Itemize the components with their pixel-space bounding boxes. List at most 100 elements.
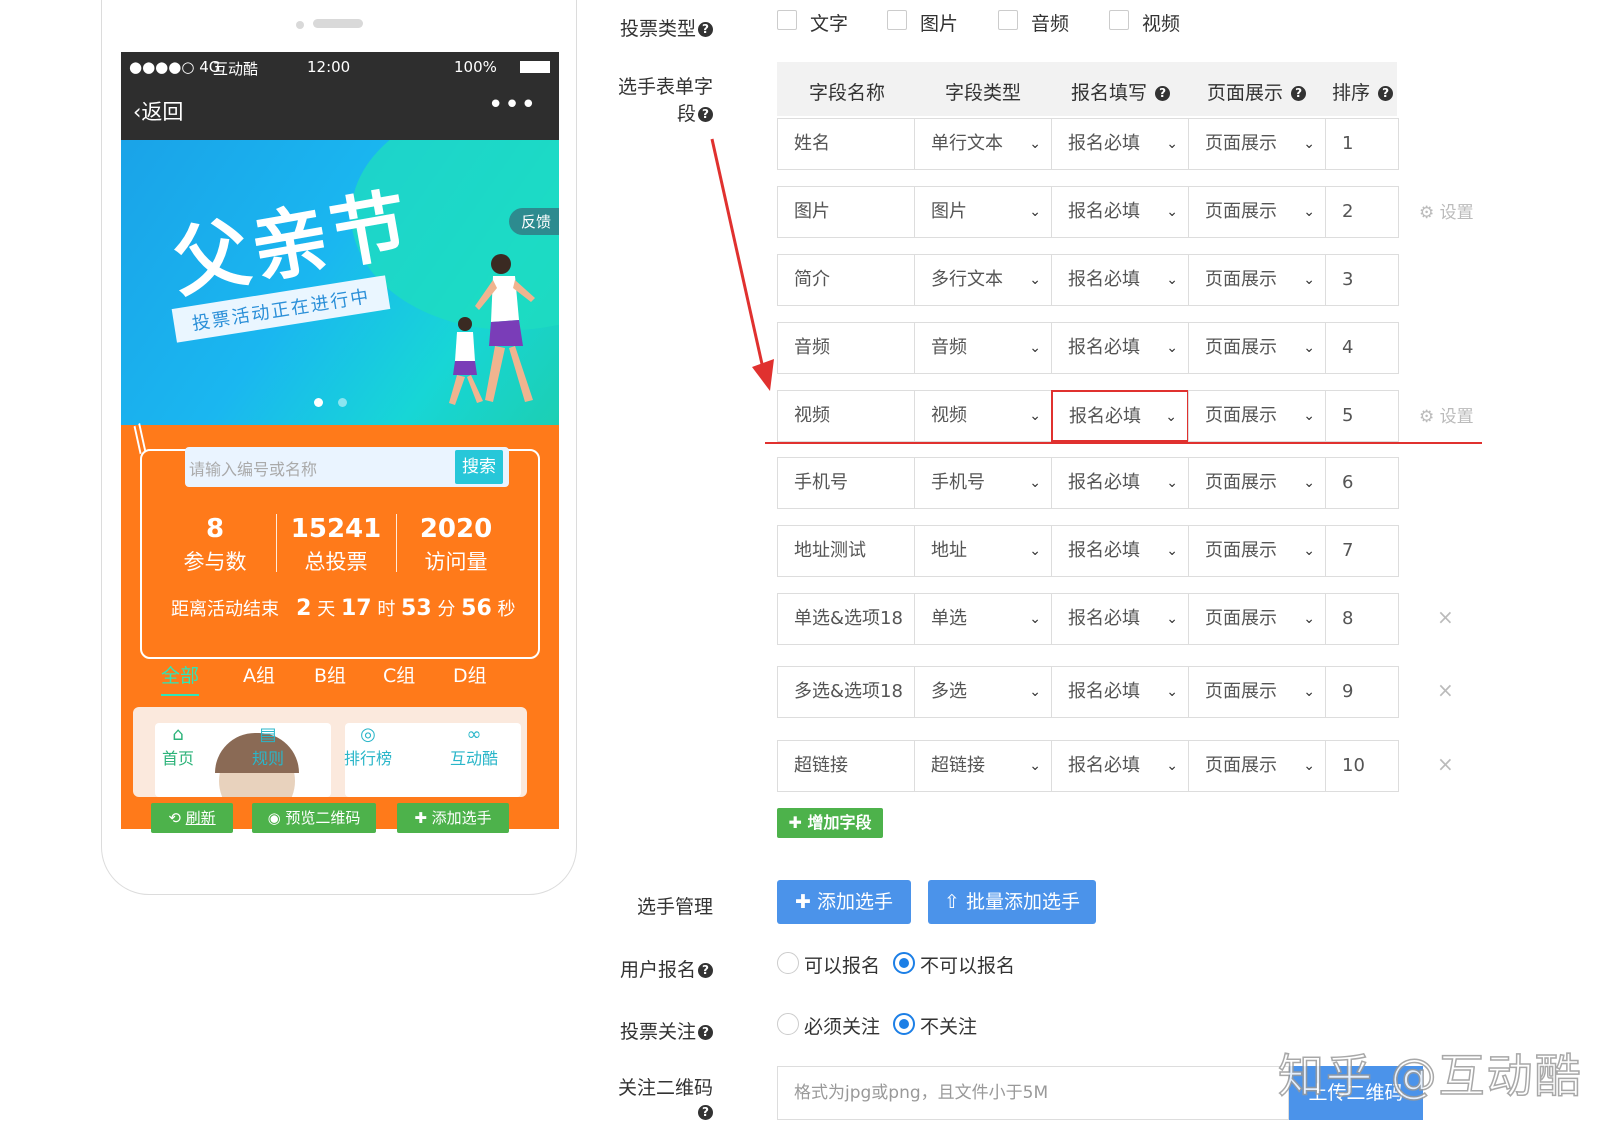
field-fill-select[interactable]: 报名必填 ⌄ [1051,740,1189,792]
field-fill-select[interactable]: 报名必填 ⌄ [1051,322,1189,374]
add-player-button[interactable]: ✚ 添加选手 [777,880,911,924]
field-order-input[interactable]: 5 [1325,390,1399,442]
field-type-select[interactable]: 音频 ⌄ [914,322,1052,374]
field-order-input[interactable]: 6 [1325,457,1399,509]
field-type-select[interactable]: 图片 ⌄ [914,186,1052,238]
pager-dot[interactable] [338,398,347,407]
field-show-select[interactable]: 页面展示 ⌄ [1188,118,1326,170]
refresh-button[interactable]: ⟲ 刷新 [151,803,233,833]
field-show-select[interactable]: 页面展示 ⌄ [1188,593,1326,645]
field-name-cell[interactable]: 地址测试 [777,525,915,577]
checkbox-image[interactable] [887,10,907,30]
field-order-input[interactable]: 7 [1325,525,1399,577]
field-fill-select[interactable]: 报名必填 ⌄ [1051,390,1189,442]
field-type-select[interactable]: 单选 ⌄ [914,593,1052,645]
tab-ranking[interactable]: ◎ 排行榜 [333,725,403,769]
field-name-cell[interactable]: 单选&选项18 [777,593,915,645]
field-order-input[interactable]: 3 [1325,254,1399,306]
more-icon[interactable]: ••• [488,90,537,120]
field-show-select[interactable]: 页面展示 ⌄ [1188,666,1326,718]
field-type-select[interactable]: 地址 ⌄ [914,525,1052,577]
field-type-select[interactable]: 多行文本 ⌄ [914,254,1052,306]
search-button[interactable]: 搜索 [455,450,503,484]
field-name-cell[interactable]: 手机号 [777,457,915,509]
checkbox-video[interactable] [1109,10,1129,30]
help-icon[interactable]: ? [698,1105,713,1120]
field-show-select[interactable]: 页面展示 ⌄ [1188,525,1326,577]
help-icon[interactable]: ? [1155,86,1171,101]
field-show-select[interactable]: 页面展示 ⌄ [1188,740,1326,792]
field-fill-select[interactable]: 报名必填 ⌄ [1051,593,1189,645]
pager-dot-active[interactable] [314,398,323,407]
field-order-input[interactable]: 9 [1325,666,1399,718]
field-name-cell[interactable]: 简介 [777,254,915,306]
help-icon[interactable]: ? [698,1025,713,1040]
group-tab-b[interactable]: B组 [314,661,346,688]
banner-slide[interactable]: 父亲节 投票活动正在进行中 反馈 [121,140,559,425]
add-field-button[interactable]: ✚ 增加字段 [777,808,883,838]
vote-type-label-text: 投票类型 [619,18,696,40]
field-name-cell[interactable]: 视频 [777,390,915,442]
back-button[interactable]: ‹返回 [133,96,183,126]
help-icon[interactable]: ? [1291,86,1307,101]
batch-add-player-button[interactable]: ⇧ 批量添加选手 [928,880,1096,924]
group-tab-d[interactable]: D组 [453,661,487,688]
radio-allow-signup[interactable] [777,952,799,974]
field-show-select[interactable]: 页面展示 ⌄ [1188,186,1326,238]
field-fill-select[interactable]: 报名必填 ⌄ [1051,254,1189,306]
radio-no-follow[interactable] [893,1013,915,1035]
tab-rules[interactable]: ▤ 规则 [233,725,303,769]
field-show-select[interactable]: 页面展示 ⌄ [1188,322,1326,374]
radio-disallow-signup[interactable] [893,952,915,974]
field-name-cell[interactable]: 多选&选项18 [777,666,915,718]
field-show-select[interactable]: 页面展示 ⌄ [1188,390,1326,442]
field-fill-select[interactable]: 报名必填 ⌄ [1051,525,1189,577]
field-name-cell[interactable]: 姓名 [777,118,915,170]
radio-must-follow[interactable] [777,1013,799,1035]
field-order-input[interactable]: 8 [1325,593,1399,645]
field-fill-select[interactable]: 报名必填 ⌄ [1051,186,1189,238]
field-type-select[interactable]: 手机号 ⌄ [914,457,1052,509]
chevron-down-icon: ⌄ [1029,684,1041,700]
help-icon[interactable]: ? [698,107,713,122]
field-type-select[interactable]: 超链接 ⌄ [914,740,1052,792]
field-fill-select[interactable]: 报名必填 ⌄ [1051,457,1189,509]
tab-hudongku[interactable]: ∞ 互动酷 [439,725,509,769]
field-type-select[interactable]: 单行文本 ⌄ [914,118,1052,170]
field-order-input[interactable]: 10 [1325,740,1399,792]
help-icon[interactable]: ? [698,22,713,37]
delete-row-button[interactable]: × [1437,605,1454,629]
gear-icon: ⚙ [1419,407,1440,427]
field-order-input[interactable]: 2 [1325,186,1399,238]
field-order-input[interactable]: 1 [1325,118,1399,170]
preview-qr-button[interactable]: ◉ 预览二维码 [252,803,376,833]
field-name-cell[interactable]: 超链接 [777,740,915,792]
row-settings-button[interactable]: ⚙ 设置 [1419,402,1474,427]
delete-row-button[interactable]: × [1437,678,1454,702]
qr-upload-input[interactable]: 格式为jpg或png，且文件小于5M [777,1066,1289,1120]
field-fill-select[interactable]: 报名必填 ⌄ [1051,118,1189,170]
field-order-input[interactable]: 4 [1325,322,1399,374]
help-icon[interactable]: ? [1378,86,1394,101]
group-tab-all[interactable]: 全部 [161,661,200,696]
field-name-cell[interactable]: 音频 [777,322,915,374]
search-input[interactable]: 请输入编号或名称 [189,456,317,480]
add-player-phone-button[interactable]: ✚ 添加选手 [397,803,509,833]
checkbox-audio[interactable] [998,10,1018,30]
feedback-button[interactable]: 反馈 [508,208,559,235]
help-icon[interactable]: ? [698,963,713,978]
field-name-cell-value: 姓名 [794,133,830,154]
checkbox-text[interactable] [777,10,797,30]
row-settings-button[interactable]: ⚙ 设置 [1419,198,1474,223]
field-show-select[interactable]: 页面展示 ⌄ [1188,457,1326,509]
field-name-cell[interactable]: 图片 [777,186,915,238]
field-type-select[interactable]: 多选 ⌄ [914,666,1052,718]
chevron-down-icon: ⌄ [1303,204,1315,220]
field-fill-select[interactable]: 报名必填 ⌄ [1051,666,1189,718]
group-tab-c[interactable]: C组 [383,661,415,688]
tab-home[interactable]: ⌂ 首页 [143,725,213,769]
delete-row-button[interactable]: × [1437,752,1454,776]
group-tab-a[interactable]: A组 [243,661,275,688]
field-type-select[interactable]: 视频 ⌄ [914,390,1052,442]
field-show-select[interactable]: 页面展示 ⌄ [1188,254,1326,306]
